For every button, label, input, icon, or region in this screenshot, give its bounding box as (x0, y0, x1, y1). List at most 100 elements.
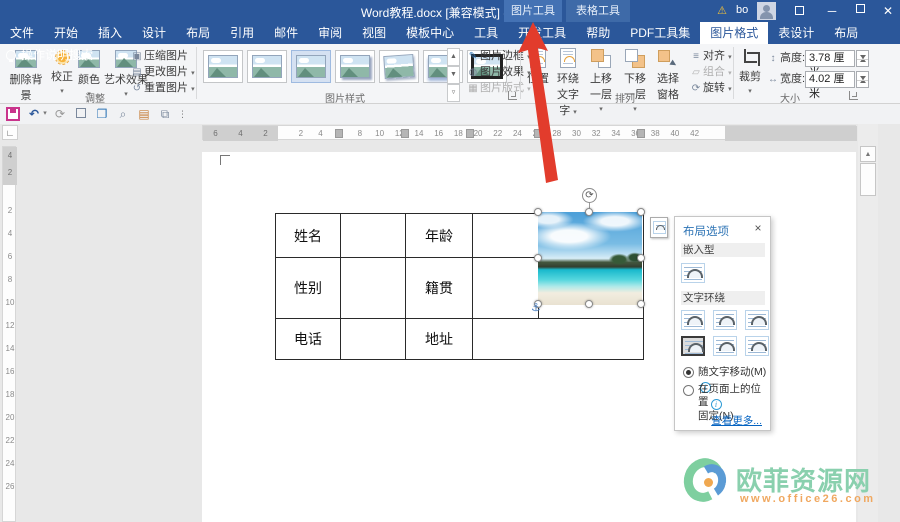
save-button[interactable] (6, 107, 20, 121)
wrap-options-row-2 (681, 336, 769, 356)
table-cell[interactable] (472, 257, 539, 319)
table-cell[interactable] (340, 213, 406, 258)
wrap-option-topbottom-selected[interactable] (681, 336, 705, 356)
redo-button[interactable]: ⟳ (53, 107, 67, 121)
table-cell[interactable] (472, 318, 644, 360)
tab-table-layout[interactable]: 布局 (824, 22, 868, 44)
undo-button[interactable]: ↶ (27, 107, 41, 121)
change-picture-button[interactable]: ▤ 更改图片 ▾ (130, 64, 194, 80)
tab-view[interactable]: 视图 (352, 22, 396, 44)
picture-style-3-selected[interactable] (291, 50, 331, 83)
warning-icon[interactable]: ⚠ (714, 3, 730, 19)
table-column-marker[interactable] (401, 129, 409, 138)
undo-dropdown[interactable]: ▾ (41, 107, 49, 121)
wrap-option-in-front[interactable] (745, 336, 769, 356)
resize-handle-nw[interactable] (534, 208, 542, 216)
print-button[interactable]: ❐ (95, 107, 109, 121)
see-more-link[interactable]: 查看更多... (711, 413, 762, 428)
table-cell[interactable] (340, 257, 406, 319)
layout-options-button[interactable] (650, 217, 668, 238)
gallery-scroll-up[interactable]: ▲ (447, 48, 460, 66)
panel-close-button[interactable]: × (751, 221, 765, 235)
right-margin-band (725, 126, 857, 141)
width-row: ↔ 宽度: (768, 73, 806, 85)
ruler-tick: 14 (414, 129, 424, 138)
wrap-option-through[interactable] (745, 310, 769, 330)
tab-references[interactable]: 引用 (220, 22, 264, 44)
window-view-button[interactable] (74, 107, 88, 121)
height-input[interactable]: 3.78 厘米 (805, 50, 855, 79)
wrap-option-behind-text[interactable] (713, 336, 737, 356)
picture-style-4[interactable] (335, 50, 375, 83)
picture-style-2[interactable] (247, 50, 287, 83)
resize-handle-e[interactable] (637, 254, 645, 262)
inserted-picture[interactable] (538, 212, 642, 305)
open-recent-button[interactable]: ▤ (137, 107, 151, 121)
tab-file[interactable]: 文件 (0, 22, 44, 44)
horizontal-ruler[interactable]: 642 246810121416182022242628303234363840… (18, 124, 878, 141)
width-spinner[interactable] (856, 71, 869, 88)
compress-pictures-button[interactable]: ▣ 压缩图片 (130, 48, 188, 64)
avatar[interactable] (757, 2, 776, 20)
table-column-marker[interactable] (466, 129, 474, 138)
gallery-scroll-down[interactable]: ▼ (447, 66, 460, 84)
wrap-option-inline[interactable] (681, 263, 705, 283)
table-cell[interactable] (340, 318, 406, 360)
resize-handle-ne[interactable] (637, 208, 645, 216)
height-spinner[interactable] (856, 50, 869, 67)
print-preview-button[interactable]: ⌕ (116, 107, 130, 121)
table-column-marker[interactable] (335, 129, 343, 138)
table-cell[interactable]: 电话 (275, 318, 341, 360)
account-name[interactable]: bo (736, 4, 748, 16)
tell-me-search[interactable]: 操作说明搜索 (0, 44, 93, 66)
table-cell[interactable]: 姓名 (275, 213, 341, 258)
resize-handle-s[interactable] (585, 300, 593, 308)
tab-review[interactable]: 审阅 (308, 22, 352, 44)
table-cell[interactable] (472, 213, 539, 258)
table-cell[interactable]: 年龄 (405, 213, 473, 258)
table-cell[interactable]: 地址 (405, 318, 473, 360)
size-dialog-launcher[interactable] (849, 91, 858, 100)
maximize-button[interactable] (850, 3, 870, 19)
info-icon[interactable]: i (710, 399, 722, 410)
tab-picture-format[interactable]: 图片格式 (700, 22, 769, 44)
radio-fix-position[interactable] (683, 385, 694, 396)
minimize-button[interactable]: ─ (822, 3, 842, 19)
resize-handle-w[interactable] (534, 254, 542, 262)
tab-pdf-tools[interactable]: PDF工具集 (620, 22, 700, 44)
width-input[interactable]: 4.02 厘米 (805, 71, 855, 100)
table-cell[interactable]: 籍贯 (405, 257, 473, 319)
scrollbar-thumb[interactable] (860, 163, 876, 196)
scroll-up-arrow[interactable]: ▲ (860, 146, 876, 162)
tab-help[interactable]: 帮助 (576, 22, 620, 44)
crop-button[interactable]: 裁剪 ▾ (737, 48, 763, 96)
close-button[interactable]: ✕ (878, 3, 898, 19)
tab-design[interactable]: 设计 (132, 22, 176, 44)
tab-insert[interactable]: 插入 (88, 22, 132, 44)
gallery-more-button[interactable]: ▿ (447, 84, 460, 102)
table-column-marker[interactable] (637, 129, 645, 138)
ruler-tick: 38 (650, 129, 660, 138)
picture-style-5[interactable] (379, 50, 419, 83)
align-button[interactable]: ≡ 对齐 ▾ (689, 48, 732, 64)
qat-customize-button[interactable]: ⋮ (178, 107, 187, 121)
vertical-ruler[interactable]: 42 2 4 6 8 10 12 14 16 18 20 22 24 26 (2, 146, 17, 522)
tab-stop-selector[interactable]: ∟ (2, 125, 18, 140)
ribbon-display-options-icon[interactable] (790, 3, 808, 19)
rotate-button[interactable]: ⟳ 旋转 ▾ (689, 80, 732, 96)
tab-mailings[interactable]: 邮件 (264, 22, 308, 44)
rotate-handle[interactable]: ⟳ (582, 188, 597, 203)
tab-tools[interactable]: 工具 (464, 22, 508, 44)
picture-style-1[interactable] (203, 50, 243, 83)
radio-move-with-text[interactable] (683, 367, 694, 378)
tab-layout[interactable]: 布局 (176, 22, 220, 44)
wrap-option-square[interactable] (681, 310, 705, 330)
resize-handle-se[interactable] (637, 300, 645, 308)
tab-table-design[interactable]: 表设计 (768, 22, 824, 44)
share-button[interactable]: ⧉ (158, 107, 172, 121)
tab-home[interactable]: 开始 (44, 22, 88, 44)
table-cell[interactable]: 性别 (275, 257, 341, 319)
tab-template-center[interactable]: 模板中心 (396, 22, 464, 44)
wrap-option-tight[interactable] (713, 310, 737, 330)
resize-handle-n[interactable] (585, 208, 593, 216)
